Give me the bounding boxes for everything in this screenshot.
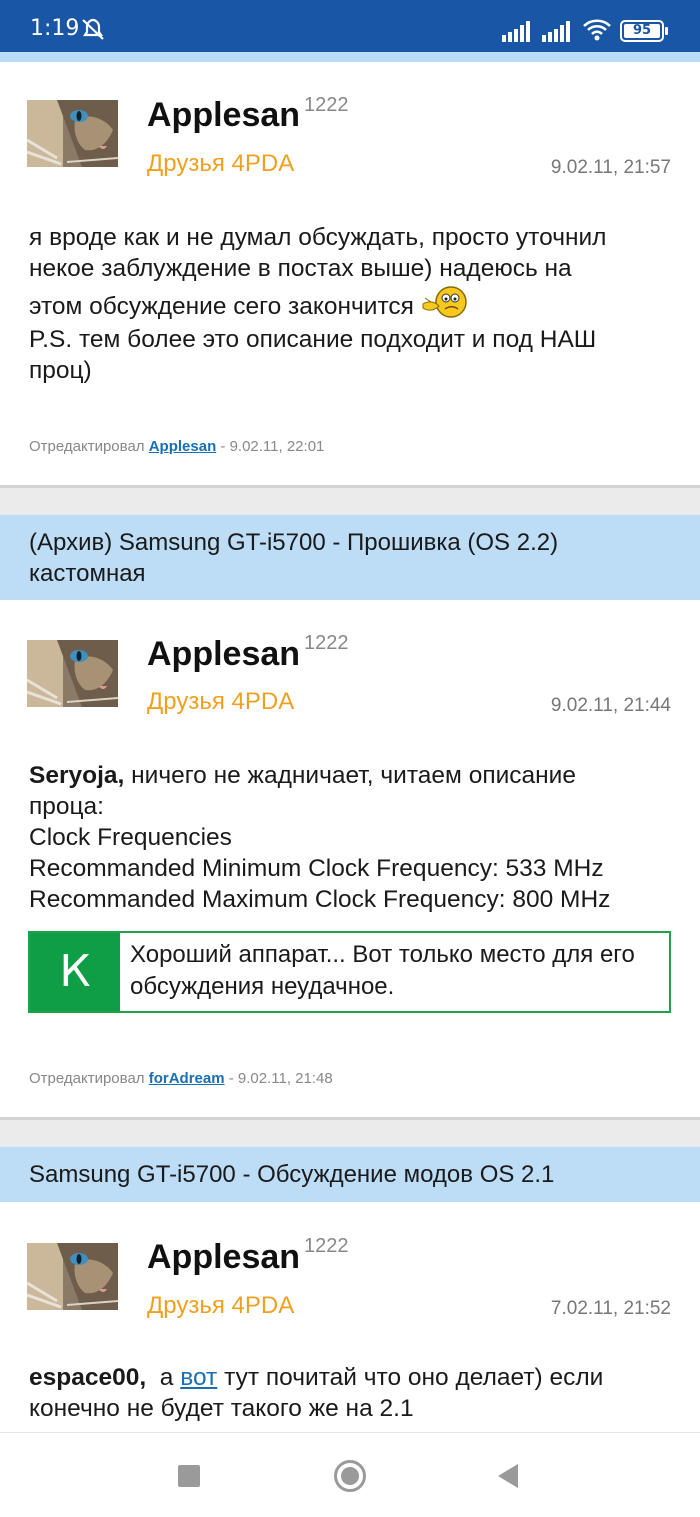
battery-level: 95 <box>624 24 660 38</box>
dnd-off-icon <box>80 17 106 46</box>
post-line: конечно не будет такого же на 2.1 <box>29 1395 414 1422</box>
avatar[interactable] <box>27 1243 118 1310</box>
wifi-icon <box>582 18 612 47</box>
edited-date: - 9.02.11, 21:48 <box>228 1070 333 1087</box>
edited-note: Отредактировал forAdream - 9.02.11, 21:4… <box>29 1070 333 1087</box>
mention-name[interactable]: Seryoja, <box>29 762 124 789</box>
post-author[interactable]: Applesan <box>147 635 300 674</box>
post-text: ничего не жадничает, читаем описание <box>131 762 576 789</box>
status-bar: 1:19 95 <box>0 0 700 52</box>
post-date: 9.02.11, 21:57 <box>550 157 671 178</box>
post-line: Clock Frequencies <box>29 824 232 851</box>
topic-header[interactable]: Samsung GT-i5700 - Обсуждение модов OS 2… <box>0 1147 700 1202</box>
post-text: тут почитай что оно делает) если <box>224 1364 604 1391</box>
post-line: некое заблуждение в постах выше) надеюсь… <box>29 255 572 282</box>
post-line: я вроде как и не думал обсуждать, просто… <box>29 224 607 251</box>
reputation-count[interactable]: 1222 <box>304 1235 349 1258</box>
forum-post: Applesan 1222 Друзья 4PDA 9.02.11, 21:57… <box>0 62 700 487</box>
signal-icon <box>502 20 534 47</box>
post-line-with-emoji: этом обсуждение сего закончится <box>29 284 671 324</box>
post-date: 7.02.11, 21:52 <box>550 1298 671 1319</box>
post-line: этом обсуждение сего закончится <box>29 292 414 320</box>
forum-post: Applesan 1222 Друзья 4PDA 7.02.11, 21:52… <box>0 1202 700 1432</box>
edited-label: Отредактировал <box>29 438 145 455</box>
status-time: 1:19 <box>30 16 80 41</box>
avatar[interactable] <box>27 100 118 167</box>
user-group: Друзья 4PDA <box>147 688 295 715</box>
post-line: espace00, а вот тут почитай что оно дела… <box>29 1362 671 1393</box>
reputation-count[interactable]: 1222 <box>304 94 349 117</box>
signal-icon <box>542 20 574 47</box>
moderator-note: К Хороший аппарат... Вот только место дл… <box>28 931 671 1013</box>
moderator-note-text: Хороший аппарат... Вот только место для … <box>130 941 635 1000</box>
forum-post: Applesan 1222 Друзья 4PDA 9.02.11, 21:44… <box>0 600 700 1118</box>
post-separator <box>0 485 700 515</box>
edited-label: Отредактировал <box>29 1070 145 1087</box>
header-strip <box>0 52 700 62</box>
post-author[interactable]: Applesan <box>147 1238 300 1277</box>
post-body: я вроде как и не думал обсуждать, просто… <box>29 222 671 386</box>
recent-apps-icon[interactable] <box>178 1465 200 1487</box>
system-nav-bar <box>0 1432 700 1517</box>
post-line: Recommanded Maximum Clock Frequency: 800… <box>29 886 611 913</box>
post-author[interactable]: Applesan <box>147 96 300 135</box>
post-line: проца: <box>29 793 104 820</box>
topic-header[interactable]: (Архив) Samsung GT-i5700 - Прошивка (OS … <box>0 515 700 600</box>
mention-name[interactable]: espace00, <box>29 1364 146 1391</box>
battery-icon: 95 <box>620 20 668 42</box>
edited-date: - 9.02.11, 22:01 <box>220 438 325 455</box>
back-icon[interactable] <box>498 1464 518 1488</box>
post-date: 9.02.11, 21:44 <box>550 695 671 716</box>
reputation-count[interactable]: 1222 <box>304 632 349 655</box>
editor-link[interactable]: Applesan <box>149 438 217 455</box>
post-body: espace00, а вот тут почитай что оно дела… <box>29 1362 671 1424</box>
moderator-badge: К <box>30 933 120 1011</box>
inline-link[interactable]: вот <box>180 1364 217 1391</box>
post-line: Recommanded Minimum Clock Frequency: 533… <box>29 855 604 882</box>
post-line: проц) <box>29 357 92 384</box>
home-icon[interactable] <box>334 1460 366 1492</box>
post-line: Seryoja, ничего не жадничает, читаем опи… <box>29 760 671 791</box>
avatar[interactable] <box>27 640 118 707</box>
user-group: Друзья 4PDA <box>147 150 295 177</box>
editor-link[interactable]: forAdream <box>149 1070 225 1087</box>
post-line: P.S. тем более это описание подходит и п… <box>29 326 597 353</box>
user-group: Друзья 4PDA <box>147 1292 295 1319</box>
post-body: Seryoja, ничего не жадничает, читаем опи… <box>29 760 671 915</box>
post-text: а <box>159 1364 174 1391</box>
edited-note: Отредактировал Applesan - 9.02.11, 22:01 <box>29 438 324 455</box>
post-separator <box>0 1117 700 1147</box>
